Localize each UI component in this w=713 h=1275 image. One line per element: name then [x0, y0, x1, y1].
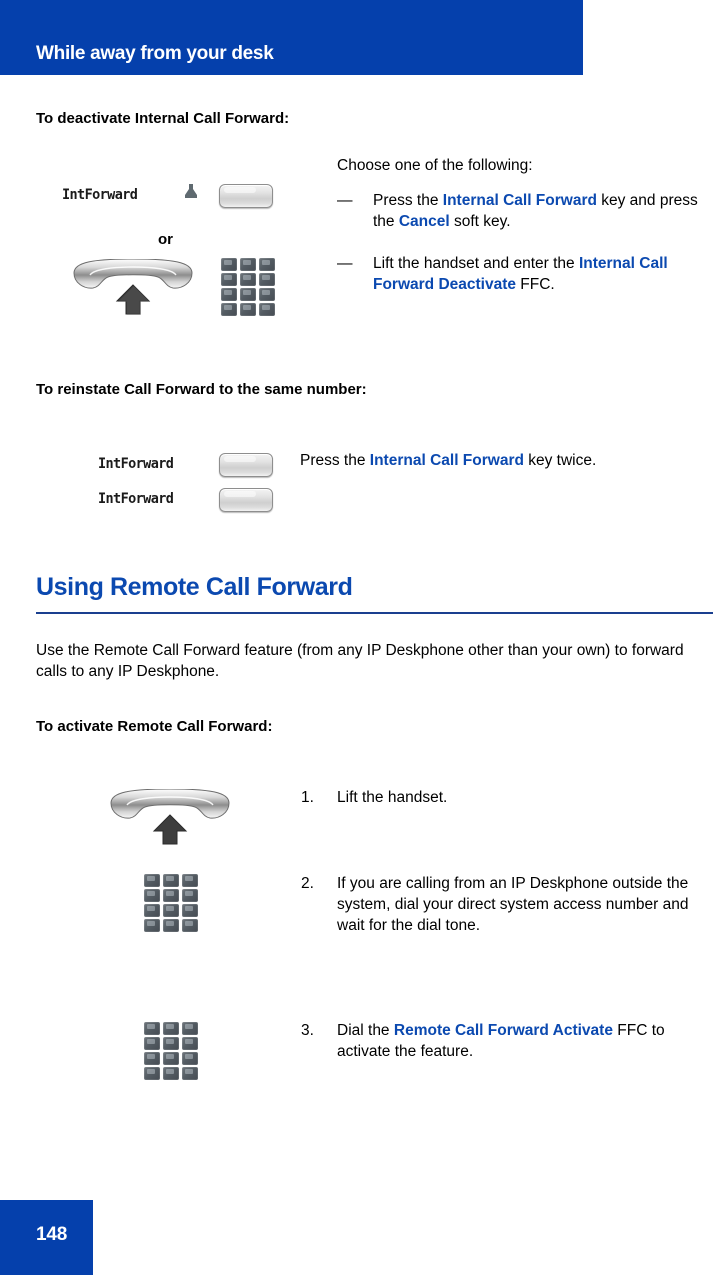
text-run: If you are calling from an IP Deskphone …	[337, 875, 689, 934]
or-separator-label: or	[158, 231, 173, 248]
keypad-key	[182, 1022, 198, 1035]
text-run: key twice.	[523, 452, 597, 469]
keypad-key	[240, 288, 256, 301]
handset-lift-icon-2	[107, 788, 233, 847]
deactivate-intro-text: Choose one of the following:	[337, 157, 533, 174]
step-text: Dial the Remote Call Forward Activate FF…	[337, 1020, 711, 1062]
dialpad-icon-3	[144, 1022, 198, 1080]
step-number: 1.	[301, 789, 314, 806]
keypad-key	[182, 919, 198, 932]
lcd-label-intforward: IntForward	[62, 186, 138, 204]
keypad-key	[163, 1022, 179, 1035]
heading-reinstate-call-forward: To reinstate Call Forward to the same nu…	[36, 381, 367, 398]
keypad-key	[144, 1037, 160, 1050]
text-run: soft key.	[449, 213, 511, 230]
keypad-key	[144, 904, 160, 917]
keypad-key	[221, 273, 237, 286]
keypad-key	[240, 258, 256, 271]
text-run: Lift the handset.	[337, 789, 448, 806]
keypad-key	[259, 303, 275, 316]
soft-key-button-3[interactable]	[219, 488, 273, 512]
press-cursor-icon	[180, 182, 202, 204]
keypad-key	[144, 1067, 160, 1080]
keypad-key	[163, 889, 179, 902]
remote-intro-text: Use the Remote Call Forward feature (fro…	[36, 642, 684, 680]
keypad-key	[182, 874, 198, 887]
running-header-title: While away from your desk	[36, 43, 274, 64]
soft-key-button-1[interactable]	[219, 184, 273, 208]
step-number: 2.	[301, 875, 314, 892]
keypad-key	[182, 889, 198, 902]
dialpad-icon-2	[144, 874, 198, 932]
keypad-key	[259, 273, 275, 286]
keypad-key	[221, 303, 237, 316]
keypad-key	[182, 1067, 198, 1080]
keypad-key	[163, 1052, 179, 1065]
keypad-key	[163, 1067, 179, 1080]
dash-bullet-text: Lift the handset and enter the Internal …	[373, 253, 709, 295]
running-header-banner: While away from your desk	[0, 0, 583, 75]
highlighted-term: Remote Call Forward Activate	[393, 1022, 613, 1039]
dash-marker: —	[337, 192, 353, 209]
step-number: 3.	[301, 1022, 314, 1039]
text-run: FFC.	[516, 276, 555, 293]
keypad-key	[240, 303, 256, 316]
dialpad-icon-1	[221, 258, 275, 316]
keypad-key	[240, 273, 256, 286]
step-text: If you are calling from an IP Deskphone …	[337, 873, 709, 936]
text-run: Press the	[373, 192, 443, 209]
keypad-key	[221, 288, 237, 301]
keypad-key	[182, 904, 198, 917]
keypad-key	[144, 1052, 160, 1065]
lcd-label-intforward-row1: IntForward	[98, 455, 174, 473]
keypad-key	[182, 1052, 198, 1065]
keypad-key	[144, 1022, 160, 1035]
keypad-key	[163, 874, 179, 887]
keypad-key	[144, 889, 160, 902]
keypad-key	[144, 874, 160, 887]
keypad-key	[144, 919, 160, 932]
reinstate-instruction-text: Press the Internal Call Forward key twic…	[300, 450, 709, 471]
step-text: Lift the handset.	[337, 787, 447, 808]
page-number: 148	[36, 1224, 68, 1245]
chapter-heading-rule	[36, 612, 713, 614]
keypad-key	[259, 288, 275, 301]
dash-bullet-text: Press the Internal Call Forward key and …	[373, 190, 709, 232]
heading-activate-remote-call-forward: To activate Remote Call Forward:	[36, 718, 273, 735]
heading-deactivate-internal-call-forward: To deactivate Internal Call Forward:	[36, 110, 290, 127]
keypad-key	[259, 258, 275, 271]
keypad-key	[221, 258, 237, 271]
handset-lift-icon-1	[70, 258, 196, 317]
text-run: Dial the	[337, 1022, 394, 1039]
highlighted-term: Cancel	[398, 213, 450, 230]
keypad-key	[182, 1037, 198, 1050]
text-run: Lift the handset and enter the	[373, 255, 579, 272]
lcd-label-intforward-row2: IntForward	[98, 490, 174, 508]
keypad-key	[163, 1037, 179, 1050]
highlighted-term: Internal Call Forward	[442, 192, 597, 209]
keypad-key	[163, 919, 179, 932]
dash-marker: —	[337, 255, 353, 272]
highlighted-term: Internal Call Forward	[369, 452, 524, 469]
chapter-heading-using-remote-call-forward: Using Remote Call Forward	[36, 573, 353, 601]
soft-key-button-2[interactable]	[219, 453, 273, 477]
keypad-key	[163, 904, 179, 917]
text-run: Press the	[300, 452, 370, 469]
